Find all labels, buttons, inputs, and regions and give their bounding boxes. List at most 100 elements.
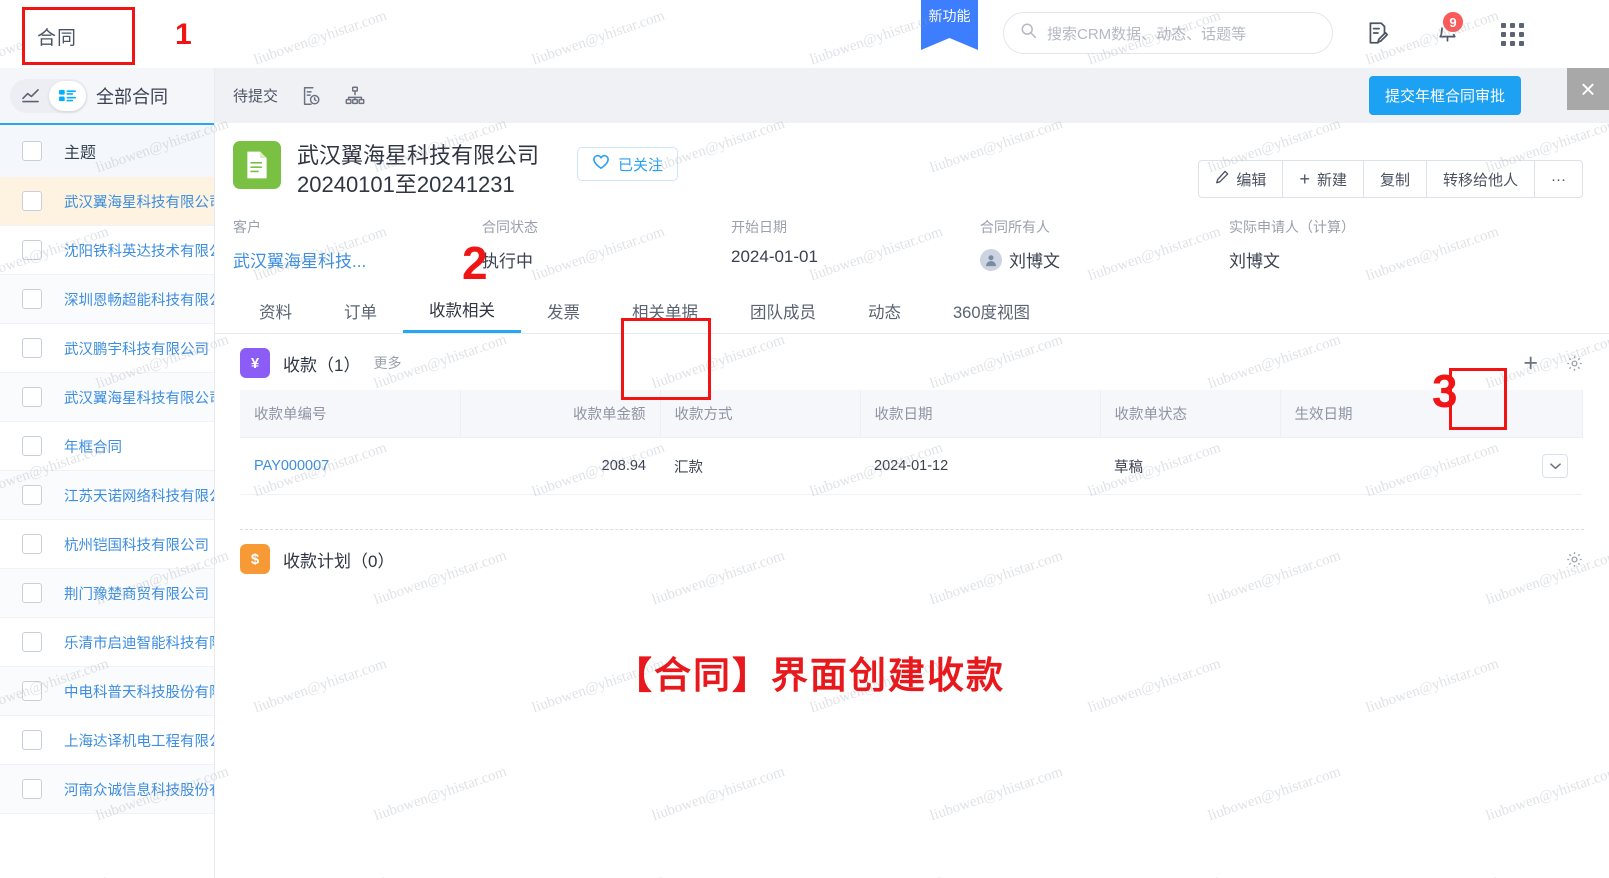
action-button-编辑[interactable]: 编辑 (1199, 161, 1284, 197)
row-expand-chevron-down-icon[interactable] (1542, 454, 1568, 478)
list-item-label[interactable]: 中电科普天科技股份有限公司 (64, 681, 214, 702)
payment-table: 收款单编号 收款单金额 收款方式 收款日期 收款单状态 生效日期 PAY000007 208… (240, 390, 1583, 495)
list-item-label[interactable]: 深圳恩畅超能科技有限公司 (64, 289, 214, 310)
column-header: 收款单金额 (460, 390, 661, 438)
list-item-label[interactable]: 武汉鹏宇科技有限公司 (64, 338, 209, 359)
payment-section-header: ¥ 收款（1） 更多 + (215, 334, 1609, 390)
row-checkbox[interactable] (0, 387, 64, 407)
list-item[interactable]: 武汉鹏宇科技有限公司 (0, 324, 214, 373)
field-5: 实际申请人（计算） 刘博文 (1229, 217, 1478, 272)
row-checkbox[interactable] (0, 632, 64, 652)
row-checkbox[interactable] (0, 534, 64, 554)
field-value: 2024-01-01 (731, 247, 980, 267)
action-button-label: 编辑 (1236, 171, 1267, 189)
annotation-number-1: 1 (175, 18, 192, 51)
list-item[interactable]: 杭州铠国科技有限公司 (0, 520, 214, 569)
new-feature-ribbon[interactable]: 新功能 (921, 0, 978, 50)
row-checkbox[interactable] (0, 289, 64, 309)
list-item[interactable]: 武汉翼海星科技有限公司 (0, 177, 214, 226)
action-button-新建[interactable]: + 新建 (1283, 161, 1364, 197)
org-chart-icon[interactable] (344, 85, 366, 107)
add-payment-button[interactable]: + (1523, 350, 1538, 376)
tab-收款相关[interactable]: 收款相关 (403, 288, 521, 333)
list-view-title[interactable]: 全部合同 (96, 83, 168, 109)
list-item-label[interactable]: 乐清市启迪智能科技有限公司 (64, 632, 214, 653)
list-item-label[interactable]: 武汉翼海星科技有限公司 (64, 387, 214, 408)
list-item[interactable]: 沈阳铁科英达技术有限公司 (0, 226, 214, 275)
field-label: 实际申请人（计算） (1229, 219, 1355, 235)
row-checkbox[interactable] (0, 485, 64, 505)
follow-button-label: 已关注 (618, 156, 664, 174)
list-view-icon[interactable] (49, 80, 86, 111)
cell-payment-code[interactable]: PAY000007 (240, 437, 460, 495)
column-header: 收款单状态 (1100, 390, 1281, 438)
list-item[interactable]: 江苏天诺网络科技有限公司 (0, 471, 214, 520)
annotation-number-2: 2 (462, 237, 488, 289)
field-label: 合同状态 (482, 219, 538, 235)
action-button-···[interactable]: ··· (1535, 161, 1582, 197)
record-summary-fields: 客户 武汉翼海星科技... 合同状态 执行中 开始日期 2024-01-01 合同所有人 刘博… (215, 199, 1609, 288)
chart-view-icon[interactable] (12, 81, 49, 111)
field-value-text: 刘博文 (1229, 252, 1280, 271)
payment-plan-section-actions (1566, 551, 1609, 568)
list-item-label[interactable]: 武汉翼海星科技有限公司 (64, 191, 214, 212)
field-2: 合同状态 执行中 (482, 217, 731, 272)
annotation-caption: 【合同】界面创建收款 (615, 655, 1005, 696)
pencil-icon (1215, 170, 1229, 188)
note-edit-icon[interactable] (1363, 18, 1393, 48)
payment-plan-settings-gear-icon[interactable] (1566, 551, 1583, 568)
field-value[interactable]: 武汉翼海星科技... (233, 247, 482, 272)
list-item[interactable]: 河南众诚信息科技股份有限公司 (0, 765, 214, 814)
view-mode-toggle[interactable] (10, 78, 88, 113)
table-row[interactable]: PAY000007 208.94 汇款 2024-01-12 草稿 (240, 437, 1582, 495)
approval-history-icon[interactable] (300, 85, 322, 107)
cell-effective-date (1280, 437, 1582, 495)
close-icon[interactable]: × (1567, 68, 1609, 110)
list-item[interactable]: 武汉翼海星科技有限公司 (0, 373, 214, 422)
payment-settings-gear-icon[interactable] (1566, 355, 1583, 372)
payment-more-link[interactable]: 更多 (373, 353, 401, 373)
tab-团队成员[interactable]: 团队成员 (724, 288, 842, 333)
row-checkbox[interactable] (0, 730, 64, 750)
module-title-box[interactable]: 合同 (22, 7, 135, 65)
apps-grid-icon[interactable] (1498, 20, 1526, 48)
row-checkbox[interactable] (0, 191, 64, 211)
list-item-label[interactable]: 河南众诚信息科技股份有限公司 (64, 779, 214, 800)
list-item[interactable]: 乐清市启迪智能科技有限公司 (0, 618, 214, 667)
search-input[interactable]: 搜索CRM数据、动态、话题等 (1003, 12, 1333, 54)
list-item[interactable]: 深圳恩畅超能科技有限公司 (0, 275, 214, 324)
list-item-label[interactable]: 上海达译机电工程有限公司 (64, 730, 214, 751)
tab-动态[interactable]: 动态 (842, 288, 927, 333)
action-button-复制[interactable]: 复制 (1364, 161, 1427, 197)
field-value-text: 执行中 (482, 252, 533, 271)
list-item[interactable]: 上海达译机电工程有限公司 (0, 716, 214, 765)
follow-button[interactable]: 已关注 (577, 147, 679, 181)
field-value: 刘博文 (1229, 247, 1478, 272)
tab-发票[interactable]: 发票 (521, 288, 606, 333)
row-checkbox[interactable] (0, 338, 64, 358)
detail-tabs: 资料 订单 收款相关 发票 相关单据 团队成员 动态 360度视图 (215, 288, 1609, 334)
row-checkbox[interactable] (0, 779, 64, 799)
list-item[interactable]: 年框合同 (0, 422, 214, 471)
list-item[interactable]: 荆门豫楚商贸有限公司 (0, 569, 214, 618)
action-button-转移给他人[interactable]: 转移给他人 (1427, 161, 1535, 197)
list-item-label[interactable]: 江苏天诺网络科技有限公司 (64, 485, 214, 506)
row-checkbox[interactable] (0, 436, 64, 456)
tab-资料[interactable]: 资料 (233, 288, 318, 333)
row-checkbox[interactable] (0, 240, 64, 260)
submit-approval-button[interactable]: 提交年框合同审批 (1368, 76, 1521, 115)
select-all-checkbox[interactable] (0, 141, 64, 161)
list-item[interactable]: 中电科普天科技股份有限公司 (0, 667, 214, 716)
top-bar: 新功能 搜索CRM数据、动态、话题等 9 (0, 0, 1609, 68)
row-checkbox[interactable] (0, 583, 64, 603)
record-action-buttons: 编辑 + 新建 复制 转移给他人 ··· (1198, 160, 1583, 198)
tab-订单[interactable]: 订单 (318, 288, 403, 333)
list-item-label[interactable]: 年框合同 (64, 436, 122, 457)
tab-相关单据[interactable]: 相关单据 (606, 288, 724, 333)
payment-plan-section-header: $ 收款计划（0） (215, 530, 1609, 586)
list-item-label[interactable]: 沈阳铁科英达技术有限公司 (64, 240, 214, 261)
list-item-label[interactable]: 荆门豫楚商贸有限公司 (64, 583, 209, 604)
list-item-label[interactable]: 杭州铠国科技有限公司 (64, 534, 209, 555)
row-checkbox[interactable] (0, 681, 64, 701)
tab-360度视图[interactable]: 360度视图 (927, 288, 1056, 333)
